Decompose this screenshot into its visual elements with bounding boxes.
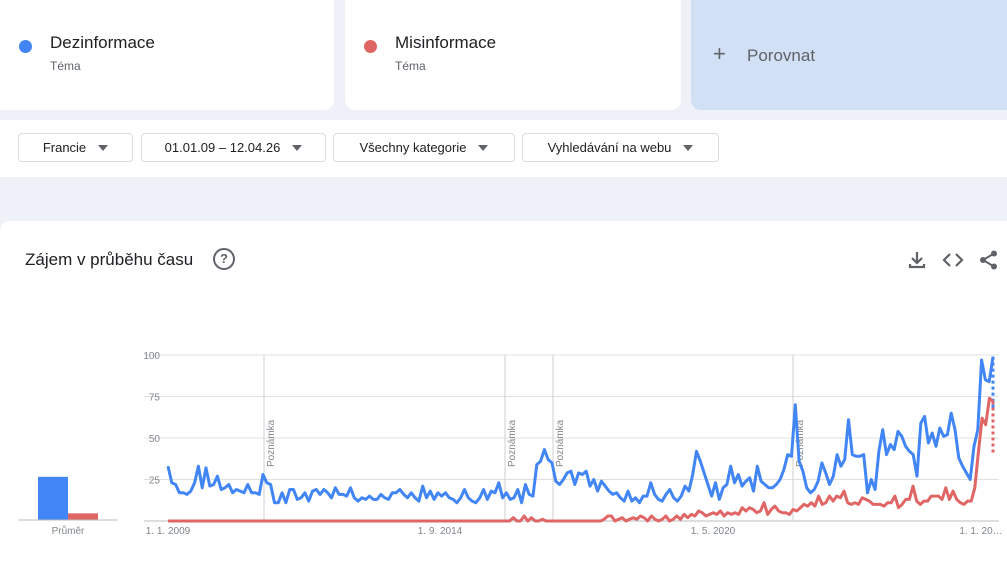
search-type-dropdown[interactable]: Vyhledávání na webu (522, 133, 719, 162)
compare-button[interactable]: + Porovnat (691, 0, 1007, 110)
term-card-dezinformace[interactable]: Dezinformace Téma (0, 0, 334, 110)
average-bar-misinformace (68, 513, 98, 520)
caret-down-icon (98, 144, 109, 151)
plus-icon: + (713, 41, 726, 66)
y-tick-label: 100 (143, 351, 160, 362)
region-dropdown[interactable]: Francie (18, 133, 133, 162)
category-dropdown[interactable]: Všechny kategorie (333, 133, 515, 162)
annotation-label: Poznámka (507, 419, 518, 467)
average-bar-dezinformace (38, 476, 68, 520)
x-tick-label: 1. 1. 20… (959, 526, 1002, 537)
line-chart: 25 50 75 100 1. 1. 2009 1. 9. 2014 1. 5. 2020 1… (18, 351, 1003, 537)
caret-down-icon (478, 144, 489, 151)
x-tick-label: 1. 1. 2009 (146, 526, 191, 537)
series-line-dezinformace (166, 356, 995, 505)
term-name: Misinformace (395, 33, 497, 52)
series-color-dot (364, 40, 377, 53)
caret-down-icon (683, 144, 694, 151)
term-type: Téma (50, 59, 81, 73)
y-tick-label: 75 (149, 393, 161, 404)
annotation-label: Poznámka (555, 419, 566, 467)
term-name: Dezinformace (50, 33, 155, 52)
term-card-misinformace[interactable]: Misinformace Téma (345, 0, 681, 110)
average-label: Průměr (52, 525, 85, 537)
series-line-misinformace (168, 396, 995, 523)
term-type: Téma (395, 59, 426, 73)
series-color-dot (19, 40, 32, 53)
date-range-value: 01.01.09 – 12.04.26 (164, 140, 281, 155)
search-type-value: Vyhledávání na webu (547, 140, 672, 155)
interest-over-time-card: Zájem v průběhu času ? 25 50 75 100 1. 1. 20… (0, 221, 1007, 561)
annotation-label: Poznámka (266, 419, 277, 467)
filter-bar: Francie 01.01.09 – 12.04.26 Všechny kate… (0, 120, 1007, 177)
compare-label: Porovnat (747, 46, 816, 65)
x-tick-label: 1. 5. 2020 (691, 526, 736, 537)
category-value: Všechny kategorie (359, 140, 467, 155)
x-tick-label: 1. 9. 2014 (418, 526, 463, 537)
y-tick-label: 50 (149, 434, 161, 445)
y-tick-label: 25 (149, 476, 161, 487)
date-range-dropdown[interactable]: 01.01.09 – 12.04.26 (141, 133, 326, 162)
region-value: Francie (42, 140, 87, 155)
caret-down-icon (292, 144, 303, 151)
